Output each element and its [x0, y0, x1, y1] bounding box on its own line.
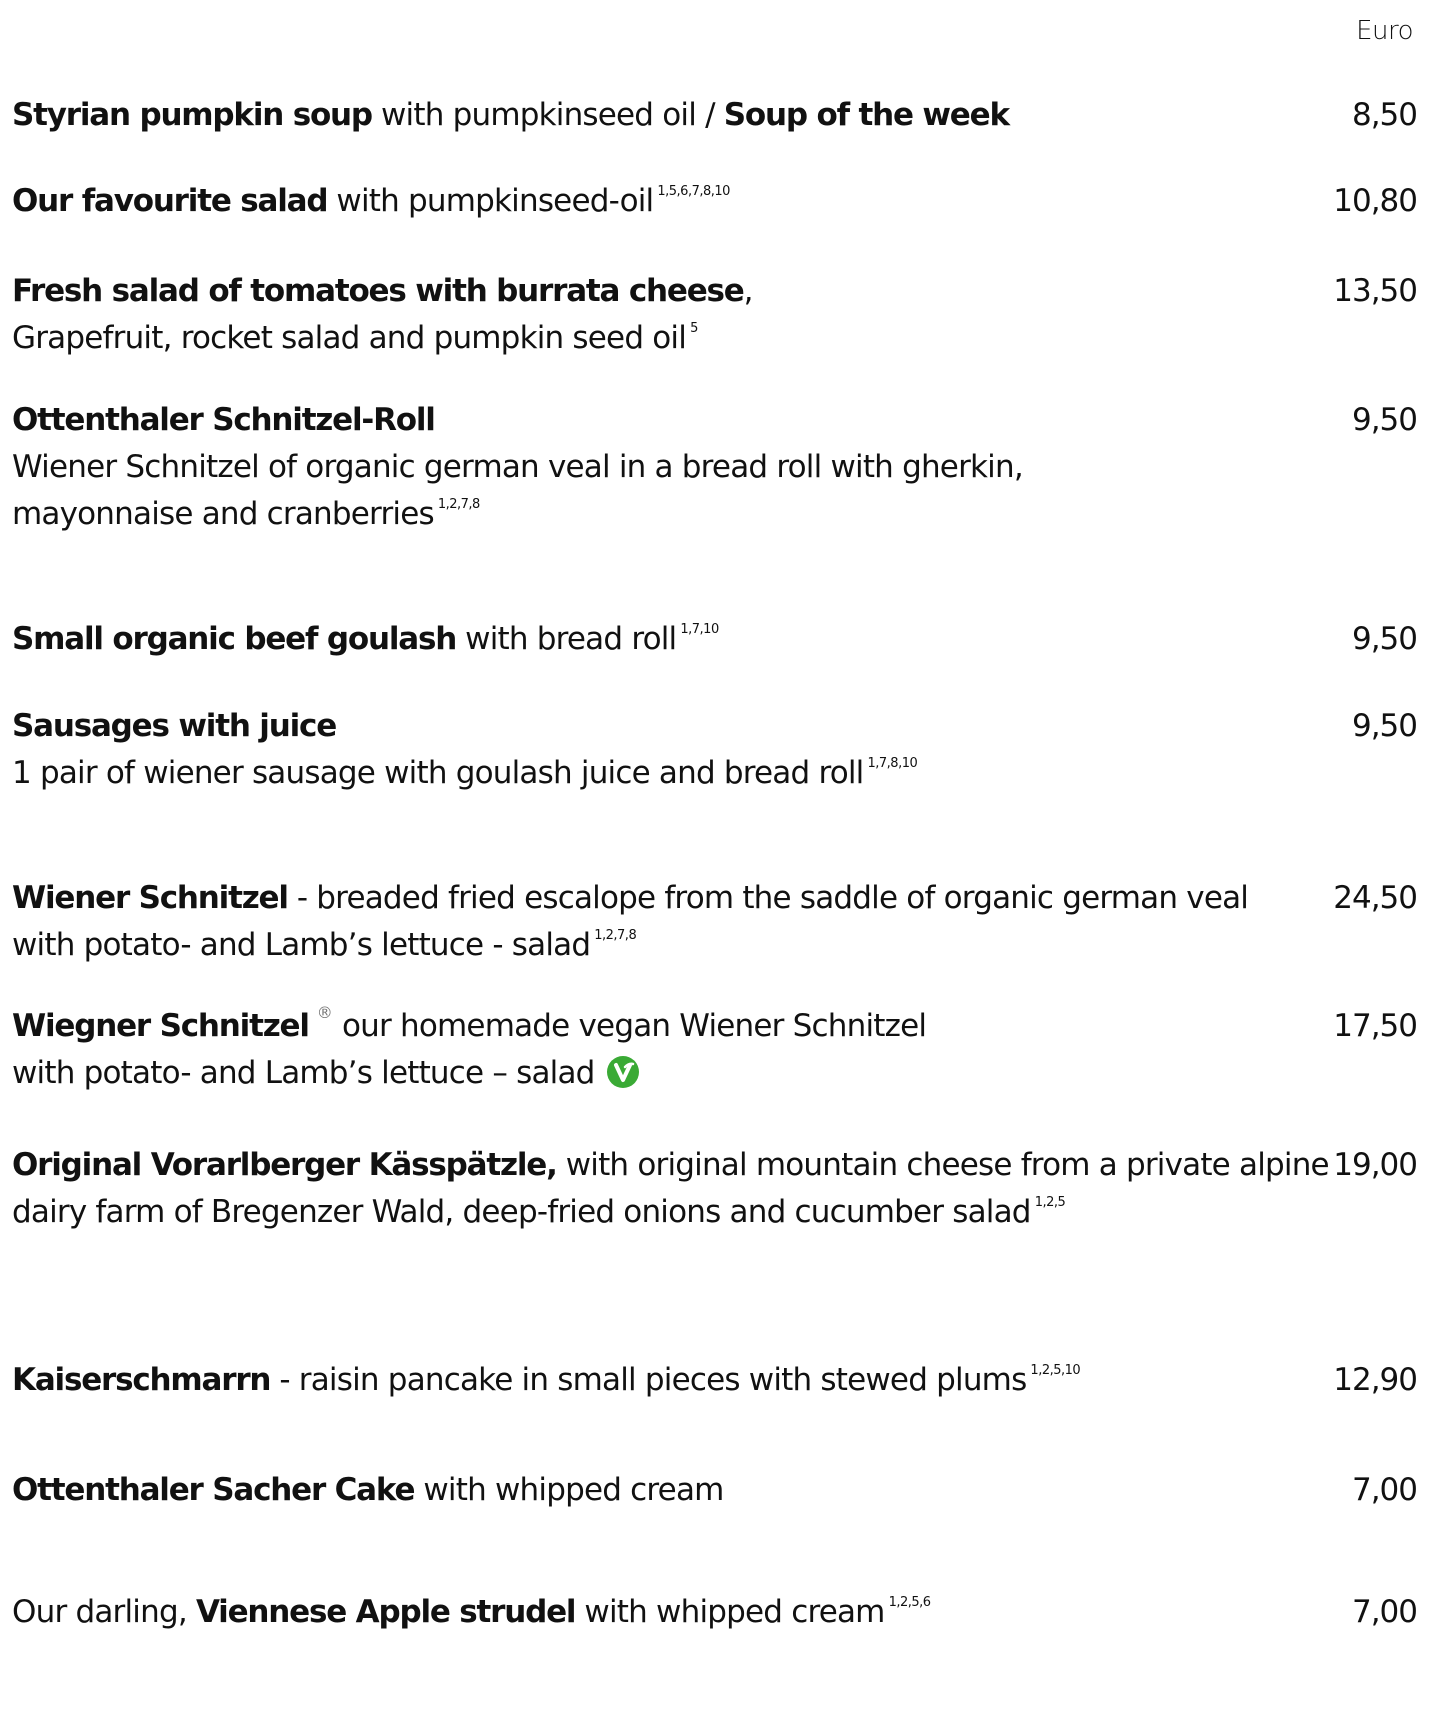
dish-description: with pumpkinseed-oil — [327, 183, 654, 219]
menu-item-line: Our favourite salad with pumpkinseed-oil… — [12, 178, 1417, 225]
menu-item: Original Vorarlberger Kässpätzle, with o… — [12, 1142, 1418, 1236]
dish-price: 13,50 — [1333, 273, 1418, 309]
dish-price: 7,00 — [1351, 1472, 1418, 1508]
dish-description: Grapefruit, rocket salad and pumpkin see… — [12, 320, 687, 356]
menu-item: Our darling, Viennese Apple strudel with… — [12, 1589, 1418, 1636]
dish-description: with potato- and Lamb’s lettuce - salad — [12, 927, 591, 963]
dish-name: Kaiserschmarrn — [12, 1362, 271, 1398]
menu-item: Styrian pumpkin soup with pumpkinseed oi… — [12, 92, 1418, 139]
dish-description: with potato- and Lamb’s lettuce – salad — [12, 1055, 595, 1091]
menu-item-line: Kaiserschmarrn - raisin pancake in small… — [12, 1357, 1417, 1404]
menu-item: Kaiserschmarrn - raisin pancake in small… — [12, 1357, 1418, 1404]
menu-item-line-2: Grapefruit, rocket salad and pumpkin see… — [12, 315, 1417, 362]
dish-description: with original mountain cheese from a pri… — [556, 1147, 1330, 1183]
vegan-leaf-icon — [606, 1056, 639, 1088]
dish-description: - raisin pancake in small pieces with st… — [270, 1362, 1027, 1398]
allergen-codes: 1,7,8,10 — [867, 756, 918, 771]
dish-name: Sausages with juice — [12, 708, 337, 744]
dish-price: 9,50 — [1351, 621, 1418, 657]
dish-description: with whipped cream — [575, 1594, 885, 1630]
menu-item-line: Ottenthaler Sacher Cake with whipped cre… — [12, 1467, 1417, 1514]
menu-item-line-2: dairy farm of Bregenzer Wald, deep-fried… — [12, 1189, 1417, 1236]
dish-name: Wiener Schnitzel — [12, 880, 289, 916]
menu-item-line: Ottenthaler Schnitzel-Roll — [12, 397, 1417, 444]
dish-price: 24,50 — [1333, 880, 1418, 916]
menu-item-line: Wiener Schnitzel - breaded fried escalop… — [12, 875, 1417, 922]
menu-item: Small organic beef goulash with bread ro… — [12, 616, 1418, 663]
dish-description: our homemade vegan Wiener Schnitzel — [342, 1008, 927, 1044]
menu-item-line: Wiegner Schnitzel ® our homemade vegan Wie… — [12, 1003, 1417, 1050]
menu-item: Wiegner Schnitzel ® our homemade vegan Wie… — [12, 1003, 1418, 1097]
dish-description: with whipped cream — [414, 1472, 724, 1508]
menu-item-line: Styrian pumpkin soup with pumpkinseed oi… — [12, 92, 1417, 139]
allergen-codes: 1,5,6,7,8,10 — [657, 184, 730, 199]
dish-price: 17,50 — [1333, 1008, 1418, 1044]
dish-name: Small organic beef goulash — [12, 621, 457, 657]
allergen-codes: 1,7,10 — [680, 622, 719, 637]
dish-name: Original Vorarlberger Kässpätzle, — [12, 1147, 558, 1183]
dish-price: 9,50 — [1351, 708, 1418, 744]
dish-description: Wiener Schnitzel of organic german veal … — [12, 449, 1024, 532]
dish-name: Viennese Apple strudel — [195, 1594, 577, 1630]
dish-description: , — [743, 273, 754, 309]
currency-header: Euro — [1356, 16, 1413, 46]
menu-item-line: Small organic beef goulash with bread ro… — [12, 616, 1417, 663]
menu-item-line-2: with potato- and Lamb’s lettuce – salad — [12, 1050, 1417, 1097]
dish-prefix: Our darling, — [12, 1594, 196, 1630]
dish-name: Styrian pumpkin soup — [12, 97, 373, 133]
allergen-codes: 1,2,5,6 — [888, 1595, 931, 1610]
dish-price: 10,80 — [1333, 183, 1418, 219]
registered-mark: ® — [316, 1003, 333, 1022]
dish-name-secondary: Soup of the week — [723, 97, 1010, 133]
dish-description: with bread roll — [456, 621, 677, 657]
dish-price: 12,90 — [1333, 1362, 1418, 1398]
menu-item-line: Fresh salad of tomatoes with burrata che… — [12, 268, 1417, 315]
menu-item-line: Original Vorarlberger Kässpätzle, with o… — [12, 1142, 1417, 1189]
menu-item-line: Our darling, Viennese Apple strudel with… — [12, 1589, 1417, 1636]
dish-name: Wiegner Schnitzel — [12, 1008, 310, 1044]
menu-item: Wiener Schnitzel - breaded fried escalop… — [12, 875, 1418, 969]
allergen-codes: 5 — [690, 321, 698, 336]
allergen-codes: 1,2,7,8 — [437, 497, 480, 512]
menu-item: Ottenthaler Sacher Cake with whipped cre… — [12, 1467, 1418, 1514]
dish-name: Our favourite salad — [12, 183, 329, 219]
menu-item-line-2: 1 pair of wiener sausage with goulash ju… — [12, 750, 1417, 797]
menu-item: Fresh salad of tomatoes with burrata che… — [12, 268, 1418, 362]
menu-item: Ottenthaler Schnitzel-Roll Wiener Schnit… — [12, 397, 1418, 538]
menu-item: Our favourite salad with pumpkinseed-oil… — [12, 178, 1418, 225]
menu-item-line-2: with potato- and Lamb’s lettuce - salad 1… — [12, 922, 1417, 969]
dish-name: Fresh salad of tomatoes with burrata che… — [12, 273, 745, 309]
dish-price: 9,50 — [1351, 402, 1418, 438]
dish-name: Ottenthaler Schnitzel-Roll — [12, 402, 436, 438]
menu-item: Sausages with juice 1 pair of wiener sau… — [12, 703, 1418, 797]
dish-name: Ottenthaler Sacher Cake — [12, 1472, 416, 1508]
menu-page: Euro Styrian pumpkin soup with pumpkinse… — [0, 0, 1429, 1722]
dish-price: 7,00 — [1351, 1594, 1418, 1630]
dish-description: 1 pair of wiener sausage with goulash ju… — [12, 755, 864, 791]
allergen-codes: 1,2,5 — [1034, 1195, 1066, 1210]
dish-description: with pumpkinseed oil / — [371, 97, 724, 133]
dish-description: dairy farm of Bregenzer Wald, deep-fried… — [12, 1194, 1031, 1230]
menu-item-line: Sausages with juice — [12, 703, 1417, 750]
dish-price: 8,50 — [1351, 97, 1418, 133]
dish-price: 19,00 — [1333, 1147, 1418, 1183]
dish-description: - breaded fried escalope from the saddle… — [287, 880, 1249, 916]
allergen-codes: 1,2,5,10 — [1030, 1363, 1081, 1378]
allergen-codes: 1,2,7,8 — [594, 928, 637, 943]
menu-item-line-2: Wiener Schnitzel of organic german veal … — [12, 444, 1192, 538]
